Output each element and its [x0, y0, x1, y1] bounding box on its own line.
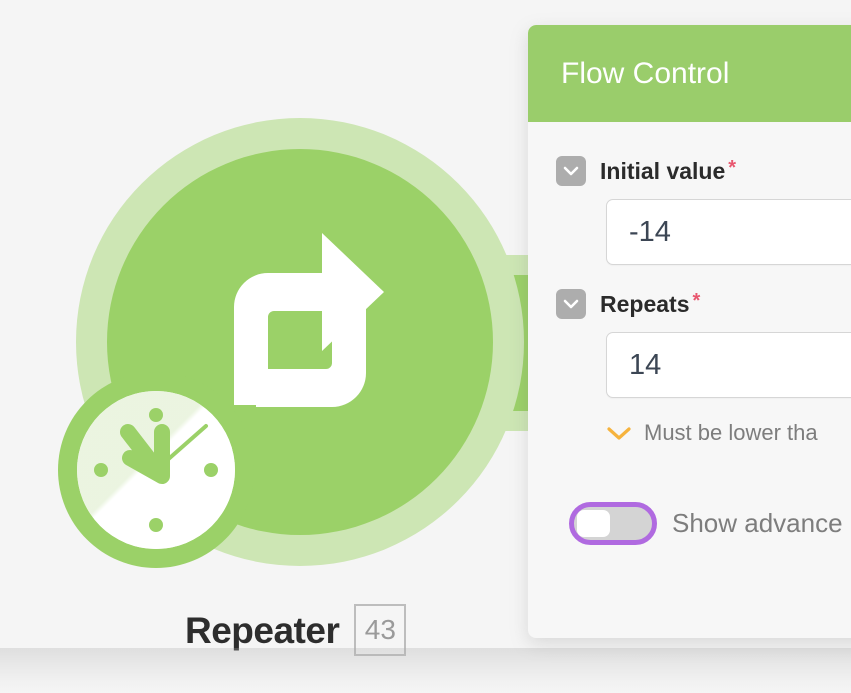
field-label-repeats: Repeats *	[600, 291, 700, 318]
page-bottom-shadow	[0, 648, 851, 693]
repeats-input[interactable]: 14	[606, 332, 851, 398]
field-label-text: Repeats	[600, 290, 690, 317]
field-row-repeats: Repeats *	[528, 289, 851, 319]
node-caption: Repeater 43	[185, 604, 407, 656]
clock-hands	[94, 408, 218, 532]
repeater-node-graphic[interactable]	[50, 100, 590, 570]
validation-hint-text: Must be lower tha	[644, 420, 818, 445]
node-count-badge: 43	[354, 604, 407, 656]
field-row-initial-value: Initial value *	[528, 156, 851, 186]
show-advanced-toggle[interactable]	[569, 502, 657, 545]
flow-control-panel: Flow Control Initial value * -14 Repeats…	[528, 25, 851, 638]
chevron-down-icon	[607, 426, 631, 440]
screen-root: Repeater 43 Flow Control Initial value * …	[0, 0, 851, 693]
chevron-down-icon[interactable]	[556, 289, 586, 319]
field-label-text: Initial value	[600, 157, 726, 184]
panel-title: Flow Control	[561, 56, 730, 90]
show-advanced-label: Show advance	[672, 508, 843, 538]
panel-header: Flow Control	[528, 25, 851, 122]
required-marker: *	[692, 289, 701, 312]
initial-value-input[interactable]: -14	[606, 199, 851, 265]
field-label-initial-value: Initial value *	[600, 158, 736, 185]
validation-hint[interactable]: Must be lower tha	[606, 420, 851, 446]
toggle-knob	[577, 510, 610, 537]
panel-body: Initial value * -14 Repeats * 14 Must be…	[528, 122, 851, 545]
node-title: Repeater	[185, 609, 340, 651]
chevron-down-icon[interactable]	[556, 156, 586, 186]
required-marker: *	[728, 156, 737, 179]
show-advanced-row: Show advance	[569, 502, 851, 545]
clock-icon	[58, 372, 254, 568]
